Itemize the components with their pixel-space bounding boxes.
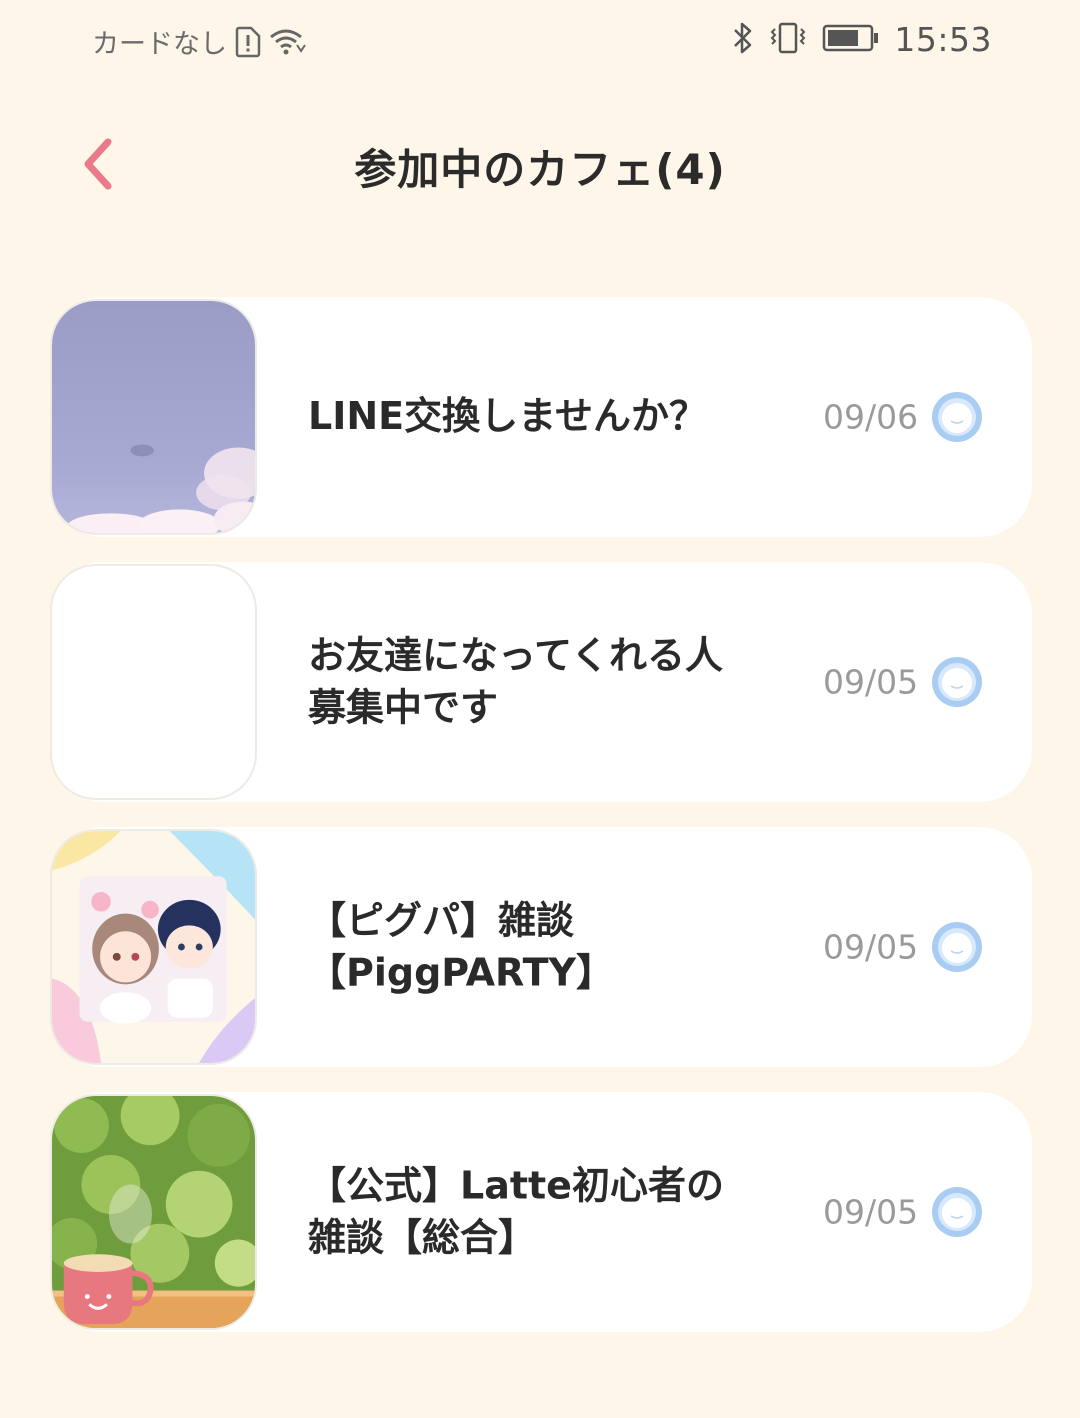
cafe-date: 09/05 (823, 927, 919, 967)
status-bar: カードなし 15:53 (0, 0, 1080, 84)
cafe-card-pigg-party[interactable]: 【ピグパ】雑談 【PiggPARTY】 09/05 (50, 827, 1032, 1067)
cafe-card-latte-official[interactable]: 【公式】Latte初心者の 雑談【総合】 09/05 (50, 1092, 1032, 1332)
carrier-label: カードなし (92, 29, 227, 60)
cafe-name: LINE交換しませんか？ (308, 394, 707, 439)
screen: カードなし 15:53 参加中のカフェ(4) LINE交換しませんか？ 09/0… (0, 0, 1080, 1418)
purple-sky-image (50, 299, 257, 535)
wifi-icon (269, 27, 307, 57)
read-status-icon (932, 1187, 982, 1237)
cafe-date: 09/05 (823, 662, 919, 702)
battery-icon (822, 23, 880, 57)
carrier-status: カードなし (92, 22, 307, 61)
page-title: 参加中のカフェ(4) (354, 145, 726, 194)
cafe-name: 【公式】Latte初心者の 雑談【総合】 (308, 1163, 724, 1259)
read-status-icon (932, 922, 982, 972)
status-right: 15:53 (732, 20, 992, 59)
cafe-list: LINE交換しませんか？ 09/06 お友達になってくれる人 募集中です 09/… (50, 297, 1032, 1357)
read-status-icon (932, 657, 982, 707)
vibrate-icon (768, 21, 808, 59)
cafe-name: 【ピグパ】雑談 【PiggPARTY】 (308, 898, 615, 994)
pigg-party-avatars-image (50, 829, 257, 1065)
cafe-date: 09/05 (823, 1192, 919, 1232)
header: 参加中のカフェ(4) (0, 110, 1080, 220)
latte-cup-greenery-image (50, 1094, 257, 1330)
cafe-card-line-exchange[interactable]: LINE交換しませんか？ 09/06 (50, 297, 1032, 537)
sim-alert-icon (235, 26, 261, 58)
read-status-icon (932, 392, 982, 442)
blank-image (50, 564, 257, 800)
cafe-card-friends-wanted[interactable]: お友達になってくれる人 募集中です 09/05 (50, 562, 1032, 802)
cafe-date: 09/06 (823, 397, 919, 437)
clock: 15:53 (894, 20, 992, 59)
cafe-name: お友達になってくれる人 募集中です (308, 633, 723, 729)
bluetooth-icon (732, 21, 754, 59)
